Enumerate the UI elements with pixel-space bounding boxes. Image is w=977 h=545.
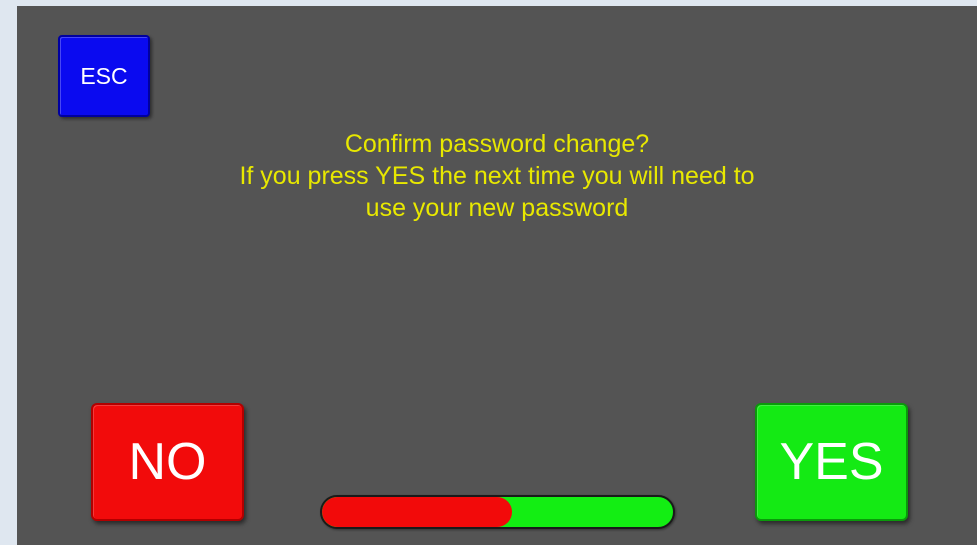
yes-button[interactable]: YES — [755, 403, 908, 521]
no-button-label: NO — [128, 433, 207, 491]
confirm-message: Confirm password change? If you press YE… — [97, 128, 897, 224]
yes-button-label: YES — [779, 433, 884, 491]
dialog-screen: ESC Confirm password change? If you pres… — [17, 6, 977, 545]
page-frame: ESC Confirm password change? If you pres… — [0, 0, 977, 545]
timeout-progress-bar — [320, 495, 675, 529]
message-line-1: Confirm password change? — [344, 130, 650, 158]
esc-button[interactable]: ESC — [58, 35, 150, 117]
esc-button-label: ESC — [80, 62, 128, 89]
message-line-3: use your new password — [365, 194, 629, 222]
no-button[interactable]: NO — [91, 403, 244, 521]
message-line-2: If you press YES the next time you will … — [239, 162, 755, 190]
progress-fill — [322, 497, 512, 527]
